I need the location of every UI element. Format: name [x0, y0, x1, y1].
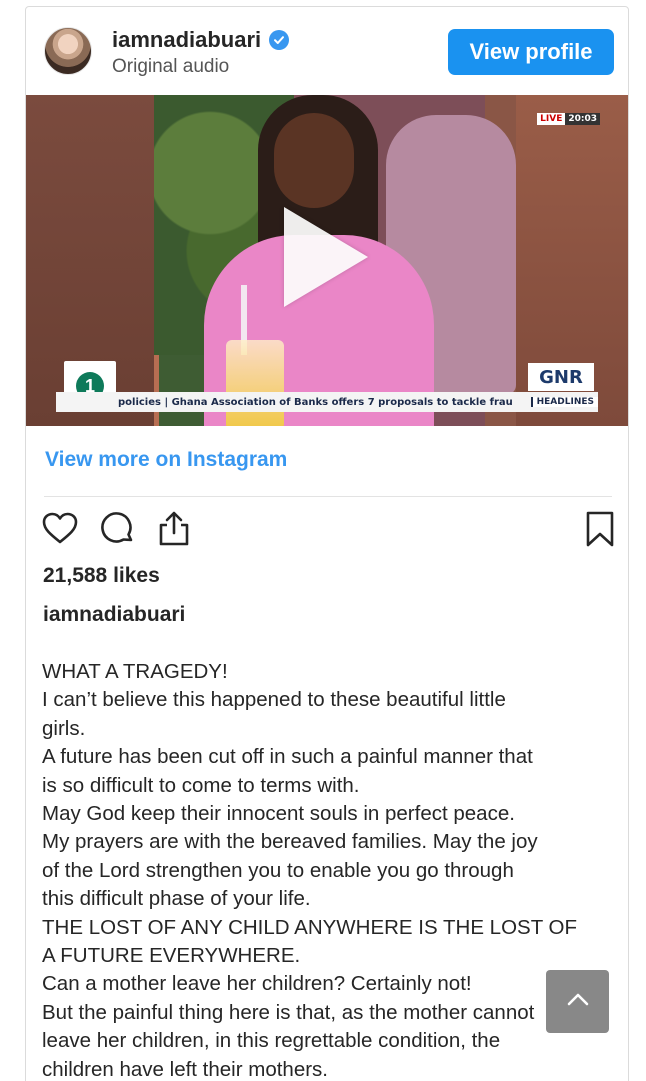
video-glass	[226, 340, 284, 426]
live-indicator: LIVE 20:03	[537, 113, 600, 125]
view-profile-button[interactable]: View profile	[448, 29, 614, 75]
avatar[interactable]	[44, 27, 92, 75]
caption-author[interactable]: iamnadiabuari	[43, 603, 185, 627]
caption-text: WHAT A TRAGEDY! I can’t believe this happ…	[42, 658, 622, 1081]
username[interactable]: iamnadiabuari	[112, 27, 261, 53]
instagram-embed-card: iamnadiabuari Original audio View profil…	[25, 6, 629, 1081]
divider	[44, 496, 612, 497]
caption-line: A FUTURE EVERYWHERE.	[42, 944, 301, 968]
caption-line: this difficult phase of your life.	[42, 887, 311, 911]
caption-line: of the Lord strengthen you to enable you…	[42, 858, 514, 882]
play-icon[interactable]	[284, 207, 368, 307]
caption-line: WHAT A TRAGEDY!	[42, 660, 228, 683]
caption-line: is so difficult to come to terms with.	[42, 773, 360, 797]
caption-line: May God keep their innocent souls in per…	[42, 802, 515, 826]
caption-line: girls.	[42, 716, 86, 740]
news-ticker: policies | Ghana Association of Banks of…	[56, 392, 598, 412]
scroll-to-top-button[interactable]	[546, 970, 609, 1033]
audio-subtitle[interactable]: Original audio	[112, 56, 229, 78]
caption-line: My prayers are with the bereaved familie…	[42, 830, 538, 854]
verified-badge-icon	[269, 30, 290, 50]
share-icon[interactable]	[154, 509, 194, 549]
heart-icon[interactable]	[40, 509, 80, 549]
caption-line: THE LOST OF ANY CHILD ANYWHERE IS THE LO…	[42, 915, 578, 939]
likes-count[interactable]: 21,588 likes	[43, 564, 160, 588]
action-bar	[40, 509, 616, 553]
live-label: LIVE	[537, 113, 566, 125]
post-header: iamnadiabuari Original audio View profil…	[26, 7, 628, 95]
live-time: 20:03	[565, 113, 600, 125]
ticker-tag: HEADLINES	[530, 397, 598, 407]
caption-line: But the painful thing here is that, as t…	[42, 1000, 535, 1024]
ticker-text: policies | Ghana Association of Banks of…	[118, 396, 513, 408]
video-player[interactable]: LIVE 20:03 1 GNR policies | Ghana Associ…	[26, 95, 628, 426]
bookmark-icon[interactable]	[580, 509, 620, 549]
caption-line: children have left their mothers.	[42, 1057, 328, 1081]
chevron-up-icon	[567, 992, 589, 1011]
caption-line: leave her children, in this regrettable …	[42, 1029, 501, 1053]
channel-logo-right: GNR	[528, 363, 594, 391]
video-girl-face	[274, 113, 354, 208]
view-more-link[interactable]: View more on Instagram	[45, 448, 287, 472]
caption-line: A future has been cut off in such a pain…	[42, 745, 533, 769]
comment-icon[interactable]	[98, 509, 138, 549]
caption-line: Can a mother leave her children? Certain…	[42, 972, 472, 996]
username-row: iamnadiabuari	[112, 27, 290, 53]
caption-line: I can’t believe this happened to these b…	[42, 688, 506, 712]
